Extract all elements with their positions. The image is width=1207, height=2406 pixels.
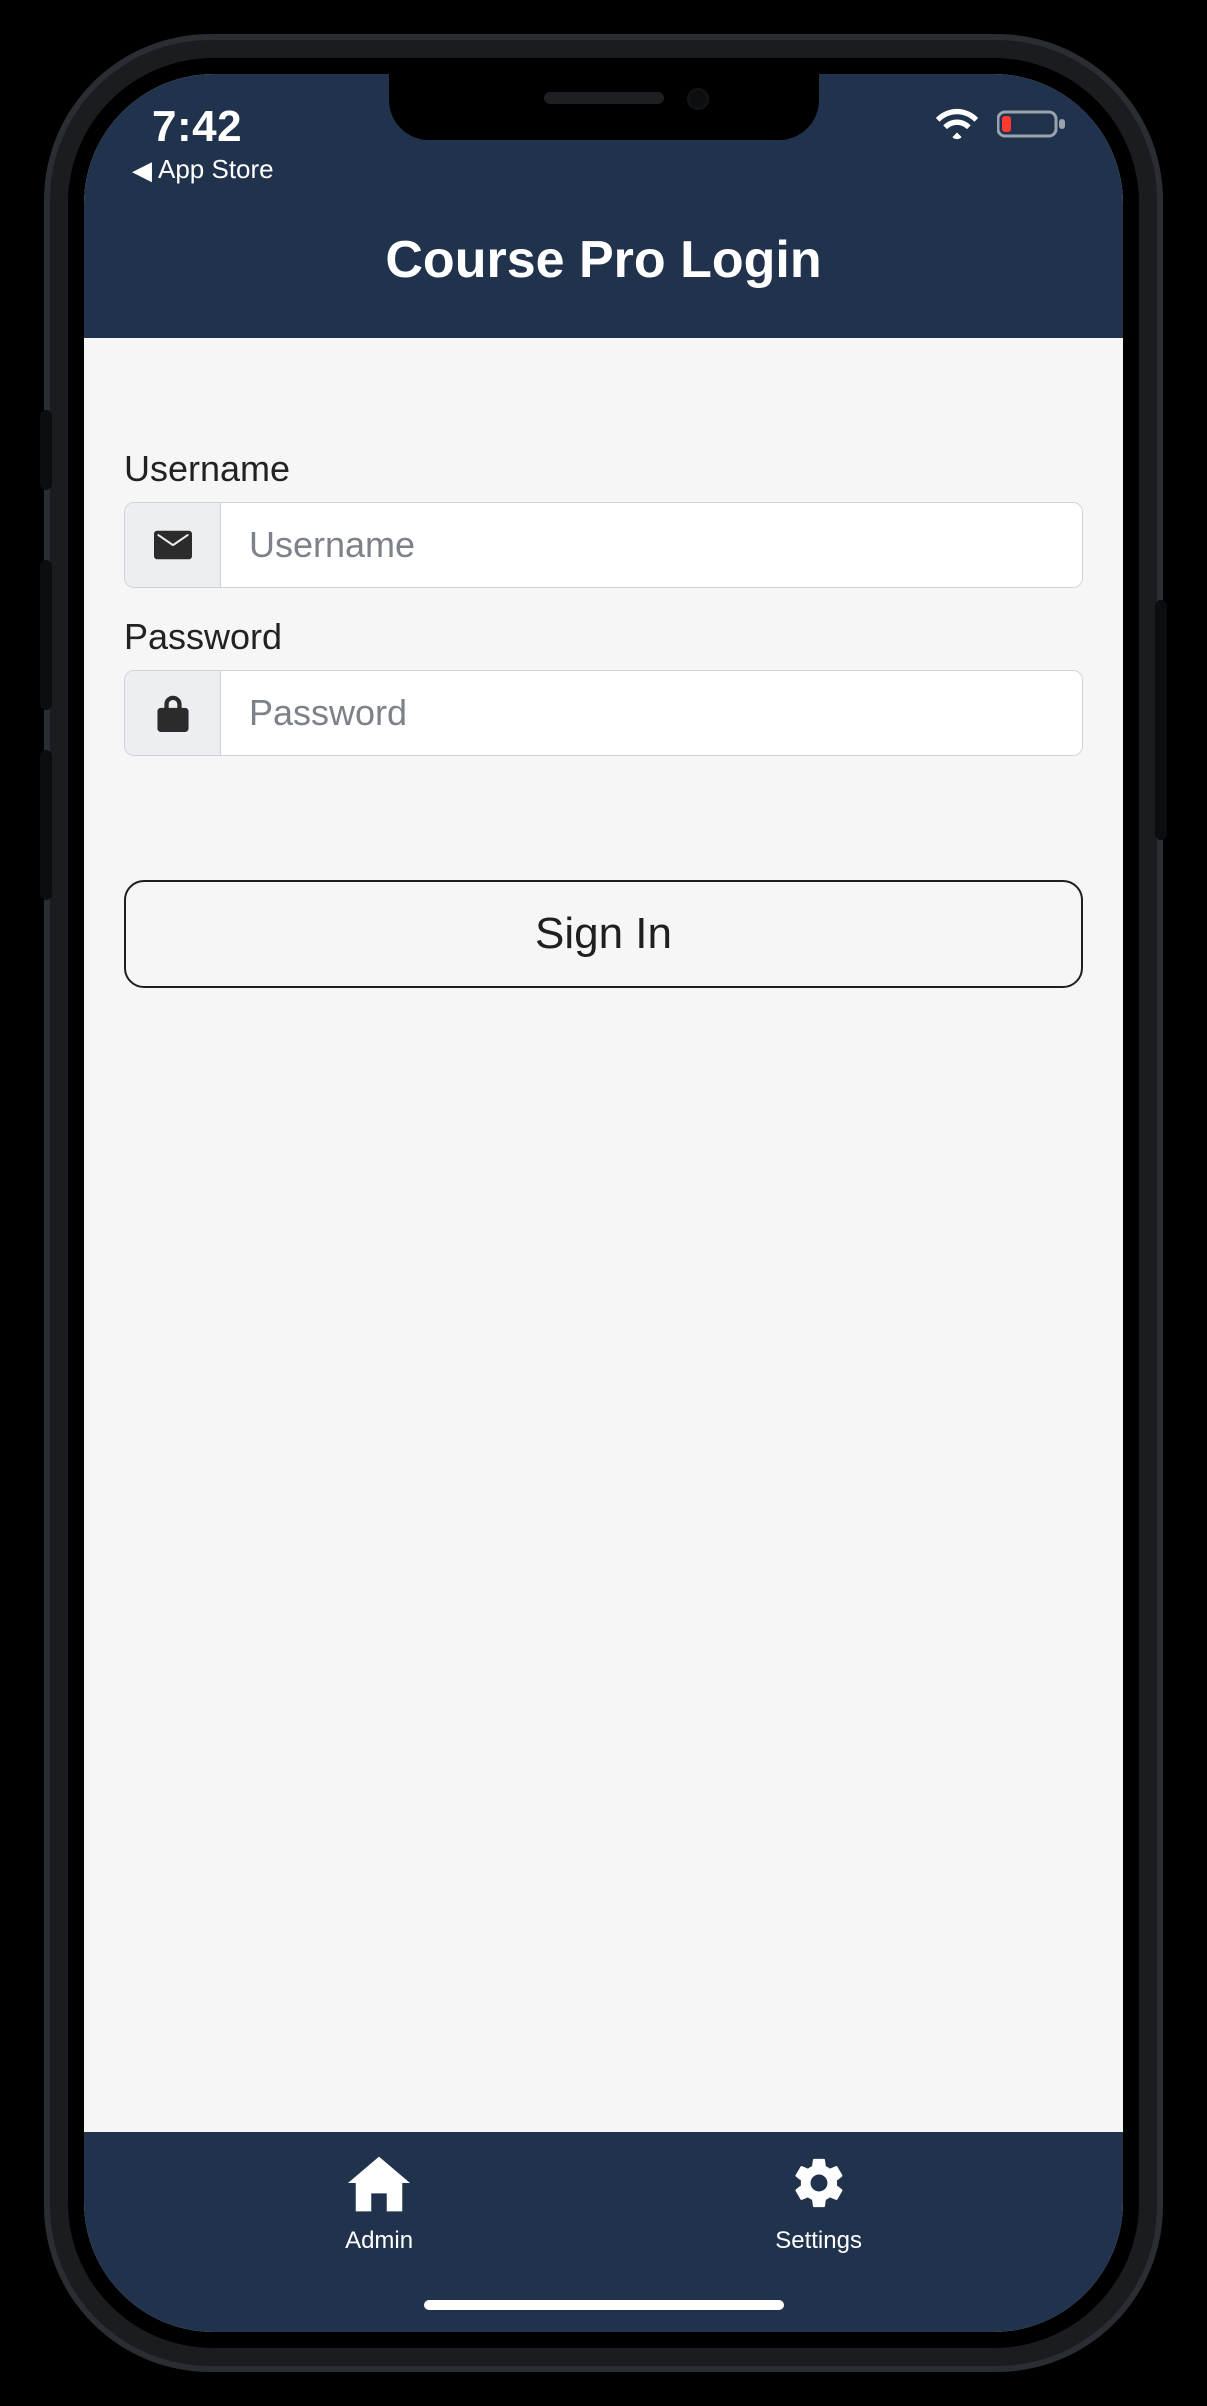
back-to-appstore[interactable]: ◀ App Store — [132, 154, 274, 185]
tab-settings[interactable]: Settings — [775, 2154, 862, 2255]
home-icon — [348, 2154, 410, 2219]
username-input-group — [124, 502, 1083, 588]
screen: 7:42 ◀ App Store — [84, 74, 1123, 2332]
sign-in-button[interactable]: Sign In — [124, 880, 1083, 988]
device-notch — [389, 74, 819, 140]
login-form: Username Password Sign In — [84, 338, 1123, 2132]
tab-settings-label: Settings — [775, 2227, 862, 2255]
phone-silent-switch — [40, 410, 52, 490]
app-header: Course Pro Login — [84, 204, 1123, 338]
envelope-icon — [125, 503, 221, 587]
password-input[interactable] — [221, 671, 1082, 755]
password-label: Password — [124, 616, 1083, 658]
phone-frame: 7:42 ◀ App Store — [50, 40, 1157, 2366]
gear-icon — [790, 2154, 848, 2219]
wifi-icon — [935, 108, 979, 140]
username-label: Username — [124, 448, 1083, 490]
phone-power-button — [1155, 600, 1167, 840]
phone-volume-down — [40, 750, 52, 900]
battery-low-icon — [997, 108, 1067, 140]
tab-admin-label: Admin — [345, 2227, 413, 2255]
back-label: App Store — [158, 154, 274, 185]
lock-icon — [125, 671, 221, 755]
tab-bar: Admin Settings — [84, 2132, 1123, 2332]
username-input[interactable] — [221, 503, 1082, 587]
password-input-group — [124, 670, 1083, 756]
status-time: 7:42 — [152, 102, 242, 152]
chevron-left-icon: ◀ — [132, 157, 152, 183]
phone-volume-up — [40, 560, 52, 710]
page-title: Course Pro Login — [84, 230, 1123, 290]
tab-admin[interactable]: Admin — [345, 2154, 413, 2255]
home-indicator[interactable] — [424, 2300, 784, 2310]
